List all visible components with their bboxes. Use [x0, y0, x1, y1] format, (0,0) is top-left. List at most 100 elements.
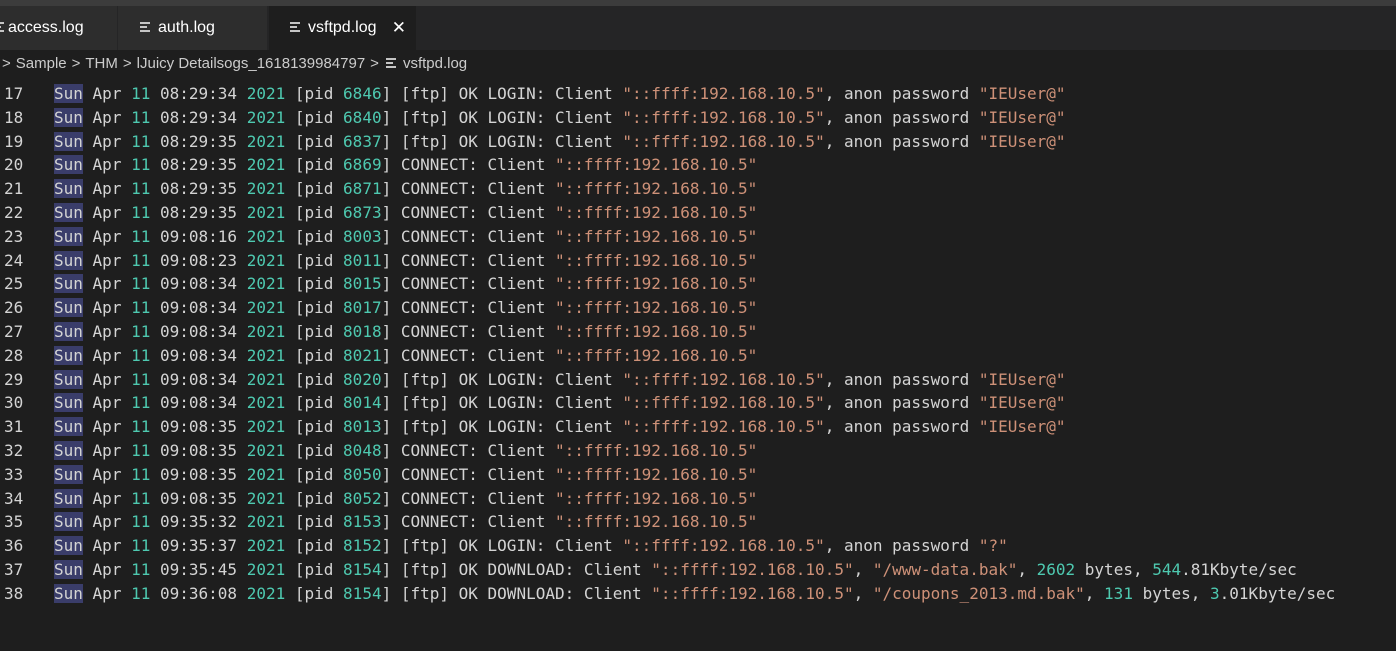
breadcrumb-item-sample[interactable]: Sample	[16, 50, 67, 78]
line-content: Sun Apr 11 09:08:16 2021 [pid 8003] CONN…	[54, 226, 758, 246]
pid-label: [pid	[294, 203, 344, 222]
line-number: 18	[4, 107, 24, 127]
code-line[interactable]: 22 Sun Apr 11 08:29:35 2021 [pid 6873] CO…	[0, 201, 1396, 225]
pid-number: 6837	[343, 131, 382, 151]
message-token: CONNECT: Client	[400, 488, 555, 508]
pid-number: 8154	[343, 583, 382, 603]
code-line[interactable]: 23 Sun Apr 11 09:08:16 2021 [pid 8003] CO…	[0, 225, 1396, 249]
line-content: Sun Apr 11 08:29:35 2021 [pid 6837] [ftp…	[54, 131, 1066, 151]
month-token: Apr	[92, 488, 122, 508]
message-token: [ftp] OK DOWNLOAD: Client	[400, 583, 652, 603]
rate-number: 3	[1210, 583, 1220, 603]
message-token: [ftp] OK LOGIN: Client	[400, 369, 623, 389]
weekday-token: Sun	[54, 131, 83, 151]
code-line[interactable]: 32 Sun Apr 11 09:08:35 2021 [pid 8048] CO…	[0, 439, 1396, 463]
breadcrumb-item-file[interactable]: vsftpd.log	[403, 50, 467, 78]
message-token: CONNECT: Client	[400, 226, 555, 246]
client-ip-string: "::ffff:192.168.10.5"	[554, 274, 758, 294]
breadcrumb-item-thm[interactable]: THM	[85, 50, 118, 78]
code-line[interactable]: 37 Sun Apr 11 09:35:45 2021 [pid 8154] [f…	[0, 558, 1396, 582]
day-number: 11	[131, 203, 151, 222]
month-token: Apr	[92, 345, 122, 365]
code-line[interactable]: 33 Sun Apr 11 09:08:35 2021 [pid 8050] CO…	[0, 463, 1396, 487]
client-ip-string: "::ffff:192.168.10.5"	[554, 298, 758, 318]
file-lines-icon	[0, 21, 4, 33]
time-token: 08:29:35	[160, 203, 238, 222]
code-line[interactable]: 17 Sun Apr 11 08:29:34 2021 [pid 6846] [f…	[0, 82, 1396, 106]
pid-label: [pid	[294, 322, 344, 341]
pid-number: 6840	[343, 107, 382, 127]
month-token: Apr	[92, 274, 122, 294]
line-number: 32	[4, 441, 24, 460]
tab-access-log[interactable]: access.log	[0, 6, 118, 50]
day-number: 11	[131, 155, 151, 175]
year-token: 2021	[246, 488, 286, 508]
code-line[interactable]: 35 Sun Apr 11 09:35:32 2021 [pid 8153] CO…	[0, 510, 1396, 534]
code-line[interactable]: 38 Sun Apr 11 09:36:08 2021 [pid 8154] [f…	[0, 582, 1396, 606]
code-line[interactable]: 29 Sun Apr 11 09:08:34 2021 [pid 8020] [f…	[0, 368, 1396, 392]
tab-vsftpd-log[interactable]: vsftpd.log ✕	[269, 6, 417, 50]
close-icon[interactable]: ✕	[392, 6, 406, 50]
line-content: Sun Apr 11 09:08:34 2021 [pid 8017] CONN…	[54, 298, 758, 318]
year-token: 2021	[246, 345, 286, 365]
pid-label: [pid	[294, 274, 344, 294]
message-token: CONNECT: Client	[400, 203, 555, 222]
code-line[interactable]: 21 Sun Apr 11 08:29:35 2021 [pid 6871] CO…	[0, 177, 1396, 201]
code-editor[interactable]: 17 Sun Apr 11 08:29:34 2021 [pid 6846] [f…	[0, 82, 1396, 651]
code-line[interactable]: 31 Sun Apr 11 09:08:35 2021 [pid 8013] [f…	[0, 415, 1396, 439]
time-token: 09:08:34	[160, 369, 238, 389]
client-ip-string: "::ffff:192.168.10.5"	[622, 84, 825, 103]
pid-number: 8003	[343, 226, 382, 246]
month-token: Apr	[92, 131, 122, 151]
client-ip-string: "::ffff:192.168.10.5"	[554, 203, 758, 222]
code-line[interactable]: 18 Sun Apr 11 08:29:34 2021 [pid 6840] [f…	[0, 106, 1396, 130]
code-line[interactable]: 24 Sun Apr 11 09:08:23 2021 [pid 8011] CO…	[0, 249, 1396, 273]
code-line[interactable]: 25 Sun Apr 11 09:08:34 2021 [pid 8015] CO…	[0, 272, 1396, 296]
weekday-token: Sun	[54, 250, 83, 270]
client-ip-string: "::ffff:192.168.10.5"	[651, 583, 854, 603]
message-rest: , anon password	[824, 417, 979, 437]
line-content: Sun Apr 11 09:08:34 2021 [pid 8020] [ftp…	[54, 369, 1066, 389]
weekday-token: Sun	[54, 488, 83, 508]
pid-number: 6873	[343, 203, 382, 222]
pid-number: 8050	[343, 464, 382, 484]
year-token: 2021	[246, 393, 286, 413]
line-number: 36	[4, 536, 24, 556]
day-number: 11	[131, 274, 151, 294]
code-line[interactable]: 26 Sun Apr 11 09:08:34 2021 [pid 8017] CO…	[0, 296, 1396, 320]
message-token: CONNECT: Client	[400, 345, 555, 365]
pid-label: [pid	[294, 84, 344, 103]
day-number: 11	[131, 464, 151, 484]
line-number: 25	[4, 274, 24, 294]
line-content: Sun Apr 11 09:36:08 2021 [pid 8154] [ftp…	[54, 583, 1336, 603]
code-line[interactable]: 28 Sun Apr 11 09:08:34 2021 [pid 8021] CO…	[0, 344, 1396, 368]
line-content: Sun Apr 11 09:08:23 2021 [pid 8011] CONN…	[54, 250, 758, 270]
message-rest: , anon password	[824, 393, 979, 413]
code-line[interactable]: 30 Sun Apr 11 09:08:34 2021 [pid 8014] [f…	[0, 391, 1396, 415]
time-token: 09:35:45	[160, 560, 238, 579]
code-line[interactable]: 27 Sun Apr 11 09:08:34 2021 [pid 8018] CO…	[0, 320, 1396, 344]
code-line[interactable]: 36 Sun Apr 11 09:35:37 2021 [pid 8152] [f…	[0, 534, 1396, 558]
code-line[interactable]: 34 Sun Apr 11 09:08:35 2021 [pid 8052] CO…	[0, 487, 1396, 511]
year-token: 2021	[246, 203, 286, 222]
code-line[interactable]: 20 Sun Apr 11 08:29:35 2021 [pid 6869] CO…	[0, 153, 1396, 177]
month-token: Apr	[92, 298, 122, 318]
client-ip-string: "::ffff:192.168.10.5"	[554, 250, 758, 270]
code-line[interactable]: 19 Sun Apr 11 08:29:35 2021 [pid 6837] [f…	[0, 130, 1396, 154]
breadcrumb-item-folder[interactable]: lJuicy Detailsogs_1618139984797	[137, 50, 366, 78]
pid-label: [pid	[294, 464, 344, 484]
line-content: Sun Apr 11 09:08:35 2021 [pid 8052] CONN…	[54, 488, 758, 508]
chevron-right-icon: >	[122, 55, 132, 72]
pid-label: [pid	[294, 226, 344, 246]
tab-auth-log[interactable]: auth.log	[118, 6, 268, 50]
message-rest: ,	[853, 583, 873, 603]
pid-label: [pid	[294, 107, 344, 127]
day-number: 11	[131, 226, 151, 246]
message-token: [ftp] OK DOWNLOAD: Client	[400, 560, 652, 579]
day-number: 11	[131, 107, 151, 127]
pid-number: 8154	[343, 560, 382, 579]
line-number: 35	[4, 512, 24, 532]
pid-label: [pid	[294, 560, 344, 579]
weekday-token: Sun	[54, 322, 83, 341]
weekday-token: Sun	[54, 441, 83, 460]
